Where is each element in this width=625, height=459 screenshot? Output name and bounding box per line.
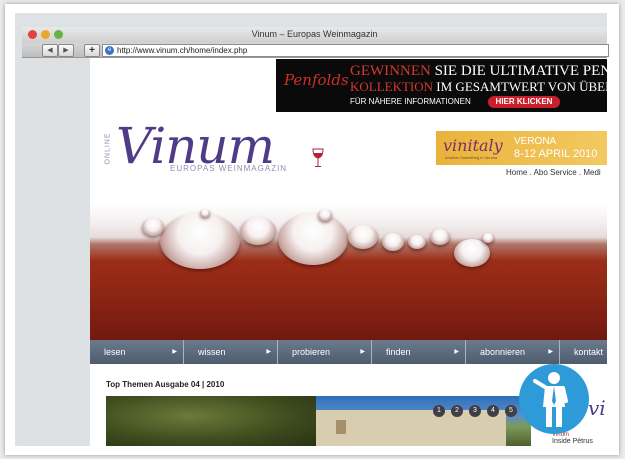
wine-glass-icon — [312, 148, 324, 167]
bubble-shape — [482, 233, 494, 243]
nav-item-lesen[interactable]: lesen ▶ — [90, 340, 184, 364]
penfolds-banner-ad[interactable]: Penfolds GEWINNEN SIE DIE ULTIMATIVE PEN… — [276, 59, 607, 112]
vinitaly-dates: 8-12 APRIL 2010 — [514, 148, 598, 160]
window-title: Vinum – Europas Weinmagazin — [251, 29, 378, 39]
penfolds-logo: Penfolds — [284, 71, 349, 89]
help-person-badge[interactable] — [519, 364, 589, 434]
back-button[interactable]: ◀ — [42, 44, 58, 57]
bubble-shape — [240, 217, 276, 245]
pager-dot-4[interactable]: 4 — [487, 405, 499, 417]
nav-item-probieren[interactable]: probieren ▶ — [278, 340, 372, 364]
window-titlebar: Vinum – Europas Weinmagazin — [22, 27, 607, 43]
chevron-right-icon: ▶ — [360, 349, 365, 355]
bubble-shape — [382, 233, 404, 251]
ad-headline-line2: KOLLEKTION IM GESAMTWERT VON ÜBER 70 — [350, 79, 607, 94]
hero-wine-image — [90, 203, 607, 340]
add-bookmark-button[interactable]: + — [84, 44, 100, 57]
bubble-shape — [160, 213, 240, 269]
olive-tree-shape — [106, 396, 316, 446]
bubble-shape — [142, 218, 164, 236]
address-bar[interactable]: e http://www.vinum.ch/home/index.php — [102, 44, 609, 57]
vinitaly-banner-ad[interactable]: vinitaly Another Something in Verona VER… — [436, 131, 607, 165]
bubble-shape — [408, 235, 426, 249]
nav-item-abonnieren[interactable]: abonnieren ▶ — [466, 340, 560, 364]
side-logo-mark: vi — [588, 396, 606, 420]
pager-dot-1[interactable]: 1 — [433, 405, 445, 417]
top-links[interactable]: Home . Abo Service . Medi — [506, 168, 601, 177]
bubble-shape — [430, 229, 450, 245]
ad-headline-line1: GEWINNEN SIE DIE ULTIMATIVE PENFOLDS — [350, 63, 607, 79]
url-text[interactable]: http://www.vinum.ch/home/index.php — [117, 45, 247, 56]
side-promo-title: Inside Pétrus — [552, 438, 593, 445]
hier-klicken-button[interactable]: HIER KLICKEN — [488, 96, 560, 108]
nav-item-finden[interactable]: finden ▶ — [372, 340, 466, 364]
forward-button[interactable]: ▶ — [58, 44, 74, 57]
main-nav: lesen ▶ wissen ▶ probieren ▶ finden ▶ abonni… — [90, 340, 607, 364]
bubble-shape — [454, 239, 490, 267]
chevron-right-icon: ▶ — [266, 349, 271, 355]
vinum-logo[interactable]: ONLINE Vinum EUROPAS WEINMAGAZIN — [104, 117, 326, 181]
globe-icon: e — [105, 46, 114, 55]
window-sidebar-gap — [22, 58, 90, 446]
bubble-shape — [348, 225, 378, 249]
vinitaly-city: VERONA — [514, 136, 557, 147]
section-title: Top Themen Ausgabe 04 | 2010 — [106, 380, 225, 389]
bubble-shape — [318, 209, 332, 221]
bubble-shape — [200, 209, 210, 217]
ad-info-text: FÜR NÄHERE INFORMATIONEN — [350, 97, 471, 106]
pager-dot-2[interactable]: 2 — [451, 405, 463, 417]
bubble-shape — [278, 213, 348, 265]
logo-tagline: EUROPAS WEINMAGAZIN — [170, 164, 288, 173]
chevron-right-icon: ▶ — [454, 349, 459, 355]
nav-item-kontakt[interactable]: kontakt — [560, 340, 607, 364]
chevron-right-icon: ▶ — [172, 349, 177, 355]
logo-online-label: ONLINE — [104, 132, 112, 165]
browser-toolbar: ◀ ▶ + e http://www.vinum.ch/home/index.p… — [22, 43, 609, 58]
vinitaly-logo: vinitaly — [443, 136, 503, 155]
feature-image[interactable] — [106, 396, 531, 446]
nav-item-wissen[interactable]: wissen ▶ — [184, 340, 278, 364]
vinitaly-subtitle: Another Something in Verona — [445, 155, 498, 160]
chevron-right-icon: ▶ — [548, 349, 553, 355]
pager-dot-5[interactable]: 5 — [505, 405, 517, 417]
presenter-person-icon — [533, 372, 568, 427]
pager-dot-3[interactable]: 3 — [469, 405, 481, 417]
